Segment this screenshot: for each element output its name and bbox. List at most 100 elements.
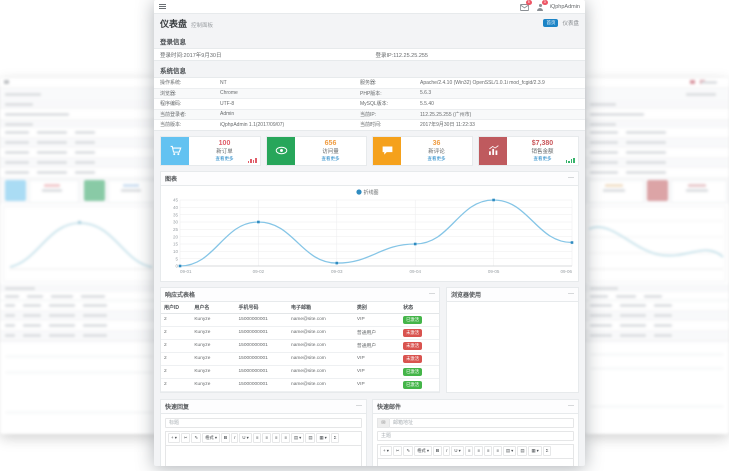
editor-toolbar-button[interactable]: ≡ <box>465 446 474 456</box>
table-cell: VIP <box>354 352 400 365</box>
editor-toolbar-button[interactable]: Σ <box>543 446 552 456</box>
dashboard-page: 5 3 iQphpAdmin 仪表盘 控制面板 首页 仪表盘 登录信息 登录时间… <box>154 0 585 466</box>
editor-toolbar-button[interactable]: ✂ <box>181 433 191 443</box>
skeleton-navbar <box>0 78 158 88</box>
svg-text:09-01: 09-01 <box>180 269 192 274</box>
skeleton-curve <box>4 207 154 277</box>
view-more-link[interactable]: 查看更多 <box>216 156 234 162</box>
menu-toggle-icon[interactable] <box>159 3 166 11</box>
editor-toolbar-button[interactable]: ▤ <box>305 433 315 443</box>
stat-label: 新评论 <box>428 149 445 156</box>
editor-toolbar-button[interactable]: ▤ ▾ <box>291 433 304 443</box>
skeleton-row <box>0 128 158 138</box>
editor-toolbar-button[interactable]: ▦ ▾ <box>528 446 541 456</box>
editor-toolbar-button[interactable]: I <box>231 433 238 443</box>
table-cell: name@site.com <box>288 339 354 352</box>
skeleton-row <box>585 321 729 331</box>
mail-subject-input[interactable] <box>377 431 574 441</box>
editor-text-area[interactable] <box>378 459 573 467</box>
collapse-icon[interactable]: — <box>356 403 362 409</box>
editor-toolbar-button[interactable]: ≡ <box>474 446 483 456</box>
editor-toolbar-button[interactable]: ≡ <box>262 433 271 443</box>
editor-toolbar-button[interactable]: B <box>433 446 442 456</box>
editor-toolbar-button[interactable]: ✎ <box>403 446 413 456</box>
reply-title-input[interactable] <box>165 418 362 428</box>
collapse-icon[interactable]: — <box>568 175 574 181</box>
skeleton-table <box>585 301 729 341</box>
editor-toolbar-button[interactable]: 格式 ▾ <box>414 446 432 456</box>
collapse-icon[interactable]: — <box>568 403 574 409</box>
skeleton-navbar <box>585 78 729 88</box>
breadcrumb-current[interactable]: 仪表盘 <box>562 19 579 27</box>
editor-toolbar-button[interactable]: ✎ <box>191 433 201 443</box>
svg-text:09-04: 09-04 <box>409 269 421 274</box>
cart-icon <box>161 137 189 165</box>
user-table-header: 用户ID用户名手机号码电子邮箱类别状态 <box>161 302 439 314</box>
sys-value: Chrome <box>220 90 360 96</box>
editor-toolbar-button[interactable]: ≡ <box>493 446 502 456</box>
editor-toolbar-button[interactable]: ≡ <box>272 433 281 443</box>
editor-toolbar-button[interactable]: + ▾ <box>168 433 180 443</box>
alerts-button[interactable]: 3 <box>536 2 545 11</box>
skeleton-section <box>0 100 158 108</box>
skeleton-row <box>0 321 158 331</box>
column-header: 用户名 <box>191 302 235 314</box>
view-more-link[interactable]: 查看更多 <box>322 156 340 162</box>
editor-toolbar-button[interactable]: U ▾ <box>451 446 463 456</box>
username[interactable]: iQphpAdmin <box>550 4 580 10</box>
table-row: 2Kunyze15000000001name@site.comVIP已激活 <box>161 313 439 326</box>
svg-text:40: 40 <box>173 204 179 209</box>
editor-toolbar-button[interactable]: Σ <box>331 433 340 443</box>
collapse-icon[interactable]: — <box>429 291 435 297</box>
editor-toolbar-button[interactable]: I <box>443 446 450 456</box>
login-time: 登录时间:2017年9月30日 <box>154 51 376 59</box>
editor-text-area[interactable] <box>166 446 361 467</box>
editor-toolbar-button[interactable]: ▦ ▾ <box>316 433 329 443</box>
page-title: 仪表盘 <box>160 17 187 30</box>
table-cell: 2 <box>161 352 191 365</box>
login-ip: 登录IP:112.25.25.255 <box>376 51 429 59</box>
svg-text:09-06: 09-06 <box>560 269 572 274</box>
table-cell: 2 <box>161 313 191 326</box>
stat-value: $7,380 <box>532 140 553 149</box>
editor-toolbar-button[interactable]: ≡ <box>281 433 290 443</box>
svg-text:5: 5 <box>175 256 178 261</box>
stat-value: 656 <box>325 140 337 149</box>
editor-toolbar-button[interactable]: ≡ <box>253 433 262 443</box>
view-more-link[interactable]: 查看更多 <box>534 156 552 162</box>
skeleton-row <box>585 158 729 168</box>
messages-button[interactable]: 5 <box>520 2 529 11</box>
status-badge: 已激活 <box>403 381 422 389</box>
svg-text:09-03: 09-03 <box>331 269 343 274</box>
browser-usage-panel: 浏览器使用 — <box>446 287 579 393</box>
skeleton-editor <box>585 341 729 434</box>
collapse-icon[interactable]: — <box>568 291 574 297</box>
browser-panel-title: 浏览器使用 <box>451 290 481 299</box>
sys-value: 5.6.3 <box>420 90 585 96</box>
editor-toolbar-button[interactable]: 格式 ▾ <box>202 433 220 443</box>
editor-toolbar-button[interactable]: ▤ ▾ <box>503 446 516 456</box>
editor-toolbar-button[interactable]: ✂ <box>393 446 403 456</box>
stat-value: 36 <box>433 140 441 149</box>
sys-label: PHP版本: <box>360 90 420 97</box>
mail-address-input[interactable] <box>389 418 574 428</box>
breadcrumb-home[interactable]: 首页 <box>543 19 558 27</box>
table-cell: Kunyze <box>191 326 235 339</box>
skeleton-editor <box>0 341 158 434</box>
editor-toolbar-button[interactable]: ≡ <box>484 446 493 456</box>
editor-toolbar-button[interactable]: + ▾ <box>380 446 392 456</box>
stat-value: 100 <box>219 140 231 149</box>
table-cell: 15000000001 <box>235 313 288 326</box>
table-cell: 15000000001 <box>235 339 288 352</box>
table-cell: 15000000001 <box>235 378 288 391</box>
login-info-heading: 登录信息 <box>160 36 585 46</box>
system-info-row: 当前登录者:Admin当前IP:112.25.25.255 (广州市) <box>154 110 585 121</box>
view-more-link[interactable]: 查看更多 <box>428 156 446 162</box>
stat-card-visits: 656 访问量 查看更多 <box>266 136 367 166</box>
editor-toolbar-button[interactable]: U ▾ <box>239 433 251 443</box>
table-cell: 普通用户 <box>354 326 400 339</box>
editor-toolbar-button[interactable]: ▤ <box>517 446 527 456</box>
skeleton-section <box>0 284 158 292</box>
editor-toolbar-button[interactable]: B <box>221 433 230 443</box>
sys-label: 浏览器: <box>160 90 220 97</box>
